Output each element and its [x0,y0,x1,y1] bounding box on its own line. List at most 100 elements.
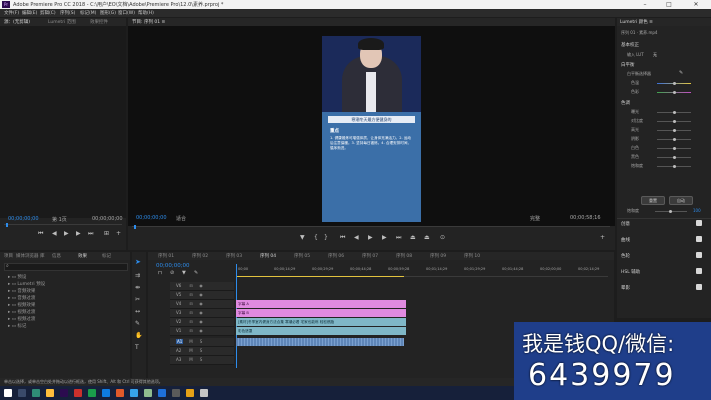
hsl-checkbox[interactable] [696,268,702,274]
wrench-icon[interactable]: ✎ [194,270,198,276]
wechat-icon[interactable] [144,389,152,397]
step-forward-icon[interactable]: ⏭ [88,230,93,238]
source-play-icon[interactable]: ▶ [64,230,69,237]
saturation-knob[interactable] [669,210,672,213]
timeline-timecode[interactable]: 00;00;00;00 [156,263,190,269]
eye-icon[interactable]: ◉ [198,292,204,297]
solo-icon[interactable]: S [198,339,204,344]
app-gray-icon[interactable] [172,389,180,397]
tab-media-browser[interactable]: 媒体浏览器 [16,253,39,259]
tree-item-audio-effects[interactable]: ▸ ▭ 音频效果 [8,288,45,295]
sync-lock-icon[interactable]: ⊟ [188,292,194,297]
start-icon[interactable] [4,389,12,397]
tab-program[interactable]: 节目: 序列 01 ≡ [132,19,165,25]
file-explorer-icon[interactable] [46,389,54,397]
go-to-in-icon[interactable]: ⏮ [340,234,345,242]
track-header-v3[interactable]: V3 ⊟ ◉ [170,309,234,318]
tab-sequence-02[interactable]: 序列 02 [192,253,208,259]
track-header-v2[interactable]: V2 ⊟ ◉ [170,318,234,327]
browser-icon[interactable] [102,389,110,397]
clip-v3[interactable]: 字幕 B [236,309,406,317]
app-blue-icon[interactable] [130,389,138,397]
program-viewer[interactable]: 寒潮冬天最方便健身的 重点 1. 健康锻炼可增强体质，让身体充满活力。2. 运动… [128,26,615,226]
section-color-wheels[interactable]: 色轮 [621,253,630,259]
tab-libraries[interactable]: 库 [40,253,45,259]
whites-knob[interactable] [673,147,676,150]
section-creative[interactable]: 创意 [621,221,630,227]
tab-project[interactable]: 项目 [4,253,13,259]
sync-lock-icon[interactable]: ⊟ [188,301,194,306]
sync-lock-icon[interactable]: ⊟ [188,328,194,333]
mute-icon[interactable]: M [188,339,194,344]
maximize-icon[interactable]: □ [658,0,680,9]
clip-v1[interactable]: 彩色遮罩 [236,327,406,335]
track-header-a2[interactable]: A2 M S [170,347,234,356]
eyedropper-icon[interactable]: ✎ [679,70,683,76]
step-back-icon[interactable]: ⏮ [38,230,43,238]
solo-icon[interactable]: S [198,348,204,353]
tree-item-video-transitions-2[interactable]: ▸ ▭ 视频过渡 [8,316,45,323]
tab-sequence-01[interactable]: 序列 01 [158,253,174,259]
tree-item-video-transitions[interactable]: ▸ ▭ 视频过渡 [8,309,45,316]
chrome-icon[interactable] [88,389,96,397]
extract-icon[interactable]: ⏏ [424,234,430,241]
program-time-ruler[interactable] [132,226,610,227]
tree-item-video-effects[interactable]: ▸ ▭ 视频效果 [8,302,45,309]
menu-file[interactable]: 文件(F) [4,10,19,16]
sync-lock-icon[interactable]: ⊟ [188,319,194,324]
section-basic-correction[interactable]: 基本校正 [621,42,639,48]
blacks-knob[interactable] [673,156,676,159]
tab-lumetri-scopes[interactable]: Lumetri 范围 [48,19,76,25]
lift-icon[interactable]: ⏏ [410,234,416,241]
tab-sequence-07[interactable]: 序列 07 [362,253,378,259]
mute-icon[interactable]: M [188,348,194,353]
tab-lumetri-color[interactable]: Lumetri 颜色 ≡ [620,19,653,25]
razor-tool-icon[interactable]: ✂ [135,296,140,303]
menu-window[interactable]: 窗口(W) [118,10,135,16]
eye-icon[interactable]: ◉ [198,283,204,288]
tab-sequence-05[interactable]: 序列 05 [294,253,310,259]
app-orange-icon[interactable] [116,389,124,397]
effects-search-input[interactable] [4,263,128,271]
temperature-knob[interactable] [673,82,676,85]
track-header-v4[interactable]: V4 ⊟ ◉ [170,300,234,309]
app-red-icon[interactable] [74,389,82,397]
input-lut-dropdown[interactable]: 无 [653,52,657,58]
source-time-ruler[interactable] [4,224,122,225]
app-icon[interactable] [32,389,40,397]
slip-tool-icon[interactable]: ↔ [135,308,140,315]
reset-button[interactable]: 重置 [641,196,665,205]
menu-marker[interactable]: 标记(M) [80,10,96,16]
solo-icon[interactable]: S [198,357,204,362]
saturation-value[interactable]: 100 [693,208,701,213]
type-tool-icon[interactable]: T [135,344,139,351]
hand-tool-icon[interactable]: ✋ [135,332,142,339]
snap-icon[interactable]: ⊓ [158,270,162,276]
exposure-knob[interactable] [673,111,676,114]
pen-tool-icon[interactable]: ✎ [135,320,140,327]
clip-a1-audio[interactable] [236,338,404,346]
mark-in-icon[interactable]: { [314,234,318,241]
eye-icon[interactable]: ◉ [198,310,204,315]
quality-dropdown[interactable]: 完整 [530,215,540,222]
work-area-bar[interactable] [236,276,404,277]
ripple-edit-tool-icon[interactable]: ⇹ [135,284,140,291]
go-to-out-icon[interactable]: ⏭ [396,234,401,242]
shadows-knob[interactable] [673,138,676,141]
tab-effects[interactable]: 效果 [78,253,87,259]
tab-sequence-09[interactable]: 序列 09 [430,253,446,259]
source-playhead[interactable] [6,223,8,227]
track-header-v6[interactable]: V6 ⊟ ◉ [170,282,234,291]
menu-graphics[interactable]: 图形(G) [100,10,116,16]
tab-sequence-06[interactable]: 序列 06 [328,253,344,259]
tone-saturation-knob[interactable] [673,165,676,168]
track-header-a1[interactable]: A1 M S [170,338,234,347]
search-icon[interactable] [18,389,26,397]
clip-v2[interactable]: [素材]冬季室内健身方法合集 寒潮必看 宅家也能练 轻松燃脂 [236,318,406,326]
tree-item-audio-transitions[interactable]: ▸ ▭ 音频过渡 [8,295,45,302]
track-header-v5[interactable]: V5 ⊟ ◉ [170,291,234,300]
tint-knob[interactable] [673,91,676,94]
step-back-program-icon[interactable]: ◀ [354,234,359,241]
source-viewer[interactable] [0,26,126,218]
section-hsl[interactable]: HSL 辅助 [621,269,640,275]
